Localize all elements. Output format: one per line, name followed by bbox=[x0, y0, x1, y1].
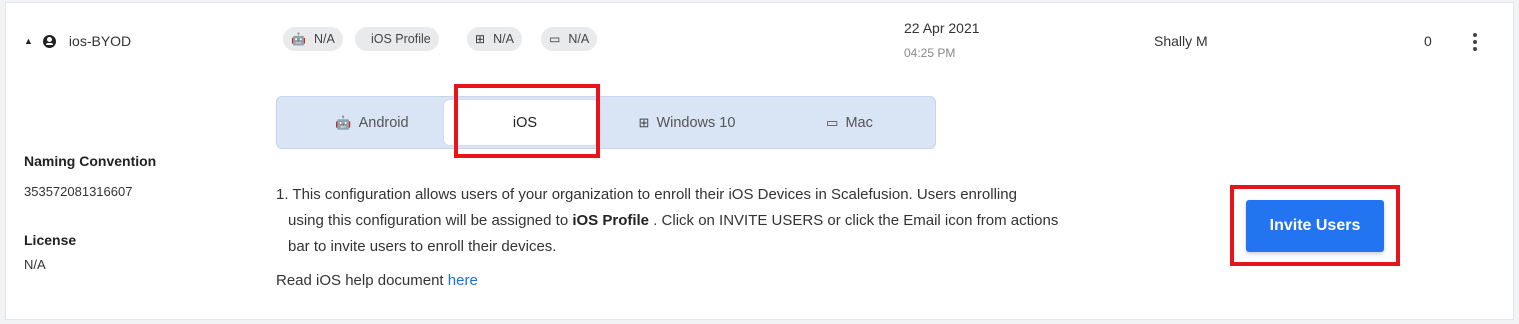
naming-convention-label: Naming Convention bbox=[24, 153, 157, 169]
owner-name: Shally M bbox=[1154, 33, 1208, 49]
invite-button-highlight bbox=[1230, 185, 1400, 266]
platform-tabs: 🤖 Android iOS ⊞ Windows 10 ▭ Mac bbox=[276, 96, 936, 149]
android-status-chip: 🤖 N/A bbox=[283, 27, 343, 51]
tab-label: Mac bbox=[845, 114, 873, 131]
laptop-icon: ▭ bbox=[826, 114, 839, 130]
help-document-link[interactable]: here bbox=[448, 272, 478, 289]
windows-icon: ⊞ bbox=[638, 114, 650, 130]
license-value: N/A bbox=[24, 257, 46, 272]
description-line: using this configuration will be assigne… bbox=[276, 208, 1136, 234]
android-icon: 🤖 bbox=[335, 114, 352, 130]
help-document-text: Read iOS help document here bbox=[276, 272, 478, 289]
created-time: 04:25 PM bbox=[904, 46, 956, 60]
tab-windows-10[interactable]: ⊞ Windows 10 bbox=[607, 97, 767, 148]
android-icon: 🤖 bbox=[291, 32, 306, 46]
ios-tab-highlight bbox=[454, 84, 600, 158]
ios-profile-chip: iOS Profile bbox=[355, 27, 439, 51]
profile-name: ios-BYOD bbox=[68, 33, 132, 49]
description-line: bar to invite users to enroll their devi… bbox=[288, 238, 557, 255]
more-vertical-icon[interactable] bbox=[1468, 30, 1482, 54]
tab-mac[interactable]: ▭ Mac bbox=[777, 97, 922, 148]
windows-status-chip: ⊞ N/A bbox=[467, 27, 522, 51]
chip-label: iOS Profile bbox=[371, 32, 431, 46]
description-text: using this configuration will be assigne… bbox=[288, 212, 573, 229]
configuration-description: 1. This configuration allows users of yo… bbox=[276, 182, 1136, 260]
laptop-icon: ▭ bbox=[549, 32, 561, 46]
description-line: 1. This configuration allows users of yo… bbox=[276, 186, 1017, 203]
tab-android[interactable]: 🤖 Android bbox=[297, 97, 447, 148]
profile-name-emphasis: iOS Profile bbox=[572, 212, 650, 229]
description-text: . Click on INVITE USERS or click the Ema… bbox=[649, 212, 1059, 229]
device-count: 0 bbox=[1424, 33, 1432, 49]
mac-status-chip: ▭ N/A bbox=[541, 27, 598, 51]
chip-label: N/A bbox=[568, 32, 590, 46]
tab-label: Android bbox=[358, 114, 409, 131]
account-circle-icon bbox=[42, 34, 56, 48]
created-date: 22 Apr 2021 bbox=[904, 20, 980, 36]
windows-icon: ⊞ bbox=[475, 32, 486, 46]
license-label: License bbox=[24, 232, 77, 248]
profile-name-cell[interactable]: ▲ ios-BYOD bbox=[24, 33, 131, 49]
tab-label: Windows 10 bbox=[656, 114, 736, 131]
naming-convention-value: 353572081316607 bbox=[24, 184, 133, 199]
help-text: Read iOS help document bbox=[276, 272, 448, 289]
profile-row-card bbox=[5, 2, 1514, 320]
chip-label: N/A bbox=[493, 32, 514, 46]
caret-up-icon[interactable]: ▲ bbox=[24, 36, 33, 46]
chip-label: N/A bbox=[313, 32, 335, 46]
